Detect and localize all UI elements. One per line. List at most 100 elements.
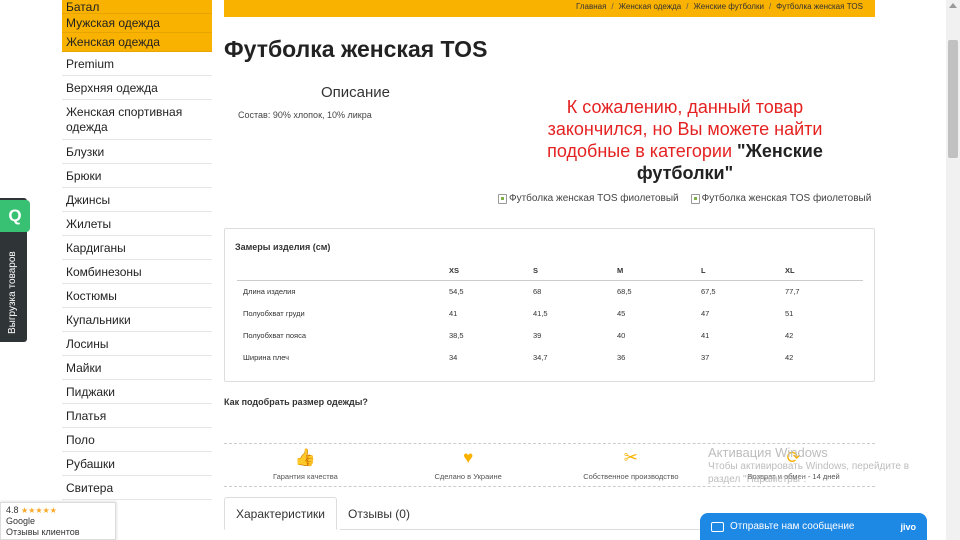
table-cell: 68 bbox=[533, 286, 542, 296]
breadcrumb-home[interactable]: Главная bbox=[576, 2, 606, 11]
product-tabs: Характеристики Отзывы (0) bbox=[224, 497, 421, 530]
sidebar-item-jeans[interactable]: Джинсы bbox=[62, 188, 212, 212]
product-photo[interactable]: Футболка женская TOS фиолетовый bbox=[498, 193, 679, 204]
feature-ukraine: ♥ Сделано в Украине bbox=[387, 448, 550, 481]
google-brand: Google bbox=[6, 516, 36, 526]
export-products-label: Выгрузка товаров bbox=[7, 251, 18, 334]
feature-label: Сделано в Украине bbox=[434, 472, 502, 481]
breadcrumb-bar: Главная / Женская одежда / Женские футболк… bbox=[224, 0, 875, 17]
scissors-icon: ✂ bbox=[623, 448, 638, 467]
breadcrumb-womens[interactable]: Женская одежда bbox=[619, 2, 682, 11]
row-label: Ширина плеч bbox=[243, 352, 290, 362]
message-icon bbox=[711, 521, 724, 532]
reviews-label: Отзывы клиентов bbox=[6, 527, 80, 537]
table-cell: 77,7 bbox=[785, 286, 800, 296]
description-text: Состав: 90% хлопок, 10% ликра bbox=[238, 110, 372, 120]
sidebar-item-trousers[interactable]: Брюки bbox=[62, 164, 212, 188]
tab-reviews[interactable]: Отзывы (0) bbox=[337, 497, 421, 530]
sidebar-item-sweaters[interactable]: Свитера bbox=[62, 476, 212, 500]
chat-widget[interactable]: Отправьте нам сообщение jivo bbox=[700, 513, 927, 540]
sidebar-item-vests[interactable]: Жилеты bbox=[62, 212, 212, 236]
page-title: Футболка женская TOS bbox=[224, 36, 488, 62]
table-row: Ширина плеч 34 34,7 36 37 42 bbox=[237, 346, 863, 368]
table-cell: 68,5 bbox=[617, 286, 632, 296]
tab-characteristics[interactable]: Характеристики bbox=[224, 497, 337, 530]
size-table: XS S M L XL Длина изделия 54,5 68 68,5 6… bbox=[237, 262, 863, 368]
size-guide-link[interactable]: Как подобрать размер одежды? bbox=[224, 397, 368, 407]
sidebar-item-dresses[interactable]: Платья bbox=[62, 404, 212, 428]
broken-image-icon bbox=[690, 193, 700, 204]
page: Батал Мужская одежда Женская одежда Prem… bbox=[0, 0, 960, 540]
table-cell: 40 bbox=[617, 330, 626, 340]
divider bbox=[224, 486, 875, 487]
product-photo[interactable]: Футболка женская TOS фиолетовый bbox=[690, 193, 871, 204]
watermark-line: раздел "Параметры". bbox=[708, 474, 807, 485]
sidebar-item-womens[interactable]: Женская одежда bbox=[62, 33, 212, 52]
table-cell: 34 bbox=[449, 352, 458, 362]
table-header-row: XS S M L XL bbox=[237, 262, 863, 281]
table-cell: 41,5 bbox=[533, 308, 548, 318]
column-header: L bbox=[695, 262, 779, 281]
table-row: Длина изделия 54,5 68 68,5 67,5 77,7 bbox=[237, 280, 863, 302]
star-rating-icon: ★★★★★ bbox=[21, 506, 57, 515]
scrollbar[interactable] bbox=[946, 0, 960, 540]
breadcrumb-current: Футболка женская TOS bbox=[776, 2, 863, 11]
sidebar-item-leggings[interactable]: Лосины bbox=[62, 332, 212, 356]
sidebar-item-polo[interactable]: Поло bbox=[62, 428, 212, 452]
column-header: XS bbox=[443, 262, 527, 281]
table-cell: 42 bbox=[785, 352, 794, 362]
sidebar-item-shirts[interactable]: Рубашки bbox=[62, 452, 212, 476]
table-cell: 41 bbox=[449, 308, 458, 318]
table-cell: 67,5 bbox=[701, 286, 716, 296]
sidebar-item-sportswear[interactable]: Женская спортивная одежда bbox=[62, 100, 212, 140]
column-header: XL bbox=[779, 262, 863, 281]
feature-label: Гарантия качества bbox=[272, 472, 338, 481]
row-label: Полуобхват груди bbox=[243, 308, 305, 318]
q-logo-icon[interactable]: Q bbox=[0, 200, 30, 232]
table-cell: 38,5 bbox=[449, 330, 464, 340]
column-header bbox=[237, 262, 443, 281]
table-cell: 37 bbox=[701, 352, 710, 362]
product-photos: Футболка женская TOS фиолетовый Футболка… bbox=[498, 193, 871, 204]
feature-quality: 👍 Гарантия качества bbox=[224, 448, 387, 481]
scroll-up-arrow-icon[interactable] bbox=[949, 3, 957, 8]
chat-label: Отправьте нам сообщение bbox=[730, 521, 855, 532]
sidebar-item-suits[interactable]: Костюмы bbox=[62, 284, 212, 308]
photo-alt-text: Футболка женская TOS фиолетовый bbox=[509, 193, 679, 204]
row-label: Полуобхват пояса bbox=[243, 330, 307, 340]
table-cell: 39 bbox=[533, 330, 542, 340]
thumbs-up-icon: 👍 bbox=[294, 448, 316, 467]
soldout-message: К сожалению, данный товар закончился, но… bbox=[520, 96, 850, 184]
feature-production: ✂ Собственное производство bbox=[550, 448, 713, 481]
table-cell: 34,7 bbox=[533, 352, 548, 362]
scrollbar-thumb[interactable] bbox=[948, 40, 958, 158]
breadcrumb-tshirts[interactable]: Женские футболки bbox=[693, 2, 763, 11]
table-cell: 41 bbox=[701, 330, 710, 340]
description-heading: Описание bbox=[321, 84, 391, 101]
table-cell: 42 bbox=[785, 330, 794, 340]
sidebar-item-swimsuits[interactable]: Купальники bbox=[62, 308, 212, 332]
sidebar-item-outerwear[interactable]: Верхняя одежда bbox=[62, 76, 212, 100]
sidebar-item-batal[interactable]: Батал bbox=[62, 0, 212, 14]
table-cell: 51 bbox=[785, 308, 794, 318]
sidebar-item-jackets[interactable]: Пиджаки bbox=[62, 380, 212, 404]
table-row: Полуобхват пояса 38,5 39 40 41 42 bbox=[237, 324, 863, 346]
sidebar-item-blouses[interactable]: Блузки bbox=[62, 140, 212, 164]
size-chart: Замеры изделия (см) XS S M L XL Длина из… bbox=[224, 228, 875, 382]
sidebar-item-mens[interactable]: Мужская одежда bbox=[62, 14, 212, 33]
size-chart-heading: Замеры изделия (см) bbox=[235, 242, 331, 252]
table-cell: 36 bbox=[617, 352, 626, 362]
google-reviews-badge[interactable]: 4.8 ★★★★★ Google Отзывы клиентов bbox=[0, 502, 116, 540]
sidebar-item-jumpsuits[interactable]: Комбинезоны bbox=[62, 260, 212, 284]
sidebar-item-premium[interactable]: Premium bbox=[62, 52, 212, 76]
sidebar-item-cardigans[interactable]: Кардиганы bbox=[62, 236, 212, 260]
column-header: M bbox=[611, 262, 695, 281]
broken-image-icon bbox=[498, 193, 507, 204]
watermark-heading: Активация Windows bbox=[708, 445, 828, 460]
heart-icon: ♥ bbox=[463, 448, 474, 467]
breadcrumb: Главная / Женская одежда / Женские футболк… bbox=[575, 2, 863, 11]
feature-label: Собственное производство bbox=[583, 472, 679, 481]
table-row: Полуобхват груди 41 41,5 45 47 51 bbox=[237, 302, 863, 324]
sidebar-item-tanks[interactable]: Майки bbox=[62, 356, 212, 380]
divider bbox=[224, 443, 875, 444]
